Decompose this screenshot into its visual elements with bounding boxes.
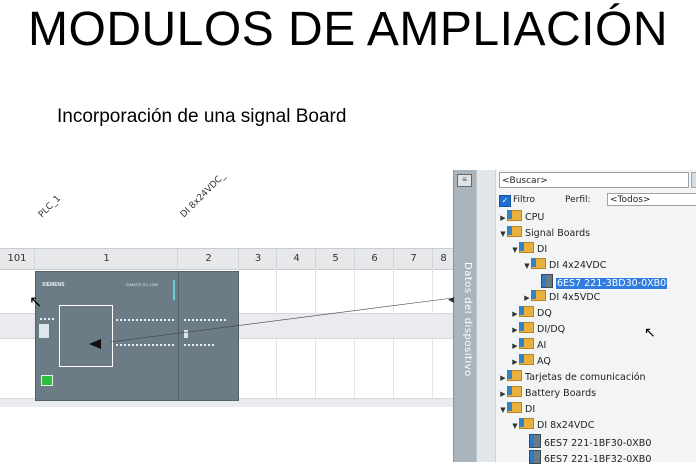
- tab-device-data[interactable]: Datos del dispositivo: [459, 262, 473, 377]
- collapse-caret-icon[interactable]: ▼: [511, 242, 519, 258]
- tree-node-di-dq[interactable]: ▶ DI/DQ: [511, 322, 565, 338]
- hardware-catalog: <Buscar> ✓ Filtro Perfil: <Todos> ▶ CPU ▼…: [476, 170, 696, 465]
- collapse-caret-icon[interactable]: ▼: [511, 418, 519, 434]
- tree-node-6es7-221-1bf30[interactable]: 6ES7 221-1BF30-0XB0: [529, 434, 651, 450]
- folder-icon: [507, 370, 522, 381]
- collapse-arrow-icon[interactable]: ◀: [448, 295, 454, 304]
- tree-node-cpu[interactable]: ▶ CPU: [499, 210, 544, 226]
- slide-subtitle: Incorporación de una signal Board: [57, 106, 347, 127]
- folder-icon: [531, 258, 546, 269]
- collapse-caret-icon[interactable]: ▼: [499, 402, 507, 418]
- filter-label: Filtro: [513, 195, 536, 205]
- panel-gutter: [477, 170, 496, 462]
- folder-icon: [519, 418, 534, 429]
- module-icon: [541, 274, 553, 288]
- tree-node-di-4x5vdc[interactable]: ▶ DI 4x5VDC: [523, 290, 600, 306]
- tree-node-di-root[interactable]: ▼ DI: [499, 402, 535, 418]
- tree-node-aq[interactable]: ▶ AQ: [511, 354, 551, 370]
- folder-icon: [507, 226, 522, 237]
- folder-icon: [519, 322, 534, 333]
- tree-node-di-4x24vdc[interactable]: ▼ DI 4x24VDC: [523, 258, 606, 274]
- folder-icon: [519, 242, 534, 253]
- tree-node-ai[interactable]: ▶ AI: [511, 338, 546, 354]
- expand-caret-icon[interactable]: ▶: [499, 210, 507, 226]
- slide-title: MODULOS DE AMPLIACIÓN: [28, 3, 668, 56]
- tree-node-di[interactable]: ▼ DI: [511, 242, 547, 258]
- tree-node-6es7-221-1bf32[interactable]: 6ES7 221-1BF32-0XB0: [529, 450, 651, 466]
- expand-caret-icon[interactable]: ▶: [511, 354, 519, 370]
- tree-node-6es7-221-3bd30[interactable]: 6ES7 221-3BD30-0XB0: [541, 274, 669, 290]
- panel-toggle-icon[interactable]: ≡: [457, 174, 472, 187]
- tree-node-dq[interactable]: ▶ DQ: [511, 306, 552, 322]
- expand-caret-icon[interactable]: ▶: [511, 306, 519, 322]
- folder-icon: [519, 306, 534, 317]
- collapse-caret-icon[interactable]: ▼: [499, 226, 507, 242]
- collapse-caret-icon[interactable]: ▼: [523, 258, 531, 274]
- folder-icon: [531, 290, 546, 301]
- tree-node-di-8x24vdc[interactable]: ▼ DI 8x24VDC: [511, 418, 594, 434]
- module-icon: [529, 434, 541, 448]
- expand-caret-icon[interactable]: ▶: [511, 338, 519, 354]
- expand-caret-icon[interactable]: ▶: [511, 322, 519, 338]
- expand-caret-icon[interactable]: ▶: [523, 290, 531, 306]
- filter-checkbox[interactable]: ✓: [499, 195, 511, 207]
- search-input[interactable]: <Buscar>: [499, 172, 689, 188]
- drag-line: [109, 297, 453, 343]
- folder-icon: [507, 402, 522, 413]
- mouse-cursor-icon: ↖: [644, 324, 656, 340]
- profile-select[interactable]: <Todos>: [607, 193, 696, 206]
- tree-node-battery-boards[interactable]: ▶ Battery Boards: [499, 386, 596, 402]
- device-data-tabstrip[interactable]: ≡ ◀ Datos del dispositivo: [448, 170, 477, 462]
- expand-caret-icon[interactable]: ▶: [499, 370, 507, 386]
- search-button[interactable]: [691, 172, 696, 188]
- profile-label: Perfil:: [565, 195, 591, 205]
- tree-node-tarjetas-comunicacion[interactable]: ▶ Tarjetas de comunicación: [499, 370, 646, 386]
- folder-icon: [507, 386, 522, 397]
- folder-icon: [507, 210, 522, 221]
- folder-icon: [519, 354, 534, 365]
- expand-caret-icon[interactable]: ▶: [499, 386, 507, 402]
- tree-node-signal-boards[interactable]: ▼ Signal Boards: [499, 226, 590, 242]
- folder-icon: [519, 338, 534, 349]
- device-view[interactable]: PLC_1 DI 8x24VDC_ 101 1 2 3 4 5 6 7 8 SI…: [0, 170, 453, 462]
- mouse-cursor-icon: ↖: [29, 294, 43, 311]
